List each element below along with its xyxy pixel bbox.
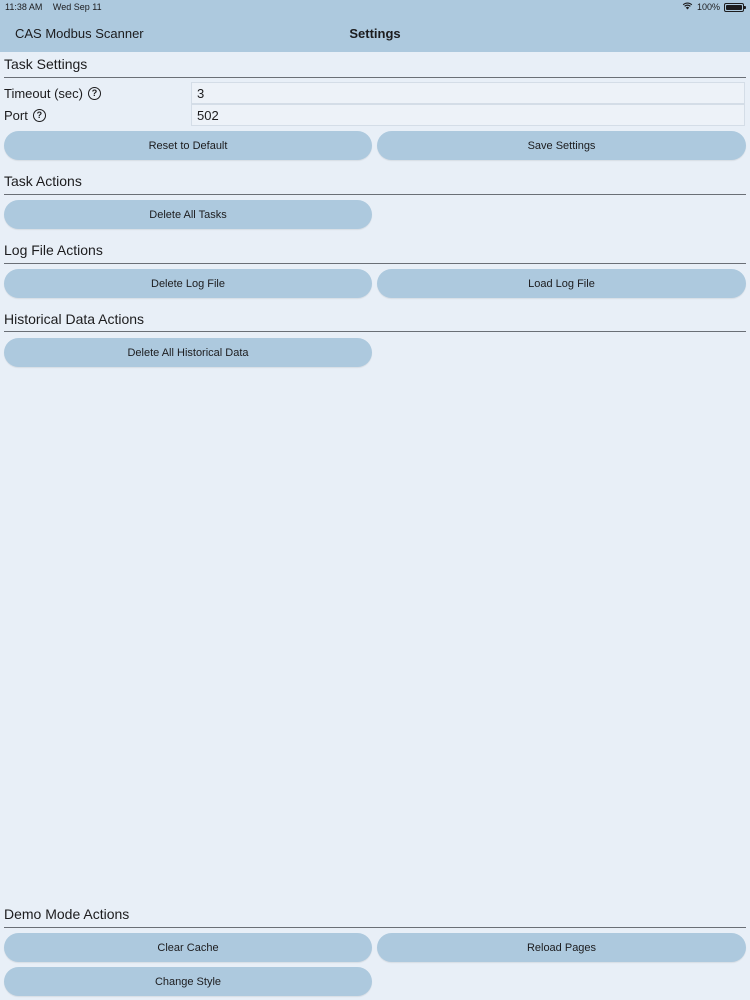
divider <box>4 331 746 332</box>
task-settings-title: Task Settings <box>4 56 88 72</box>
timeout-label-row: Timeout (sec) ? <box>4 86 101 101</box>
delete-all-historical-data-button[interactable]: Delete All Historical Data <box>4 338 372 367</box>
reload-pages-button[interactable]: Reload Pages <box>377 933 746 962</box>
delete-log-file-button[interactable]: Delete Log File <box>4 269 372 298</box>
status-date: Wed Sep 11 <box>52 2 102 12</box>
nav-bar: CAS Modbus Scanner Settings <box>0 14 750 52</box>
save-settings-button[interactable]: Save Settings <box>377 131 746 160</box>
change-style-button[interactable]: Change Style <box>4 967 372 996</box>
clear-cache-button[interactable]: Clear Cache <box>4 933 372 962</box>
load-log-file-button[interactable]: Load Log File <box>377 269 746 298</box>
demo-mode-actions-title: Demo Mode Actions <box>4 906 130 922</box>
help-icon[interactable]: ? <box>32 109 46 122</box>
task-actions-title: Task Actions <box>4 173 82 189</box>
historical-data-actions-title: Historical Data Actions <box>4 311 145 327</box>
battery-percent: 100% <box>696 2 720 12</box>
log-file-actions-title: Log File Actions <box>4 242 103 258</box>
timeout-field[interactable] <box>191 82 745 104</box>
divider <box>4 194 746 195</box>
divider <box>4 927 746 928</box>
wifi-icon <box>682 0 693 14</box>
status-time: 11:38 AM <box>5 2 43 12</box>
port-label: Port <box>4 108 28 123</box>
reset-to-default-button[interactable]: Reset to Default <box>4 131 372 160</box>
timeout-label: Timeout (sec) <box>4 86 83 101</box>
divider <box>4 263 746 264</box>
port-label-row: Port ? <box>4 108 46 123</box>
help-icon[interactable]: ? <box>87 87 101 100</box>
divider <box>4 77 746 78</box>
delete-all-tasks-button[interactable]: Delete All Tasks <box>4 200 372 229</box>
port-field[interactable] <box>191 104 745 126</box>
page-title: Settings <box>349 26 401 41</box>
status-bar: 11:38 AM Wed Sep 11 100% <box>0 0 750 14</box>
battery-icon <box>724 2 746 12</box>
